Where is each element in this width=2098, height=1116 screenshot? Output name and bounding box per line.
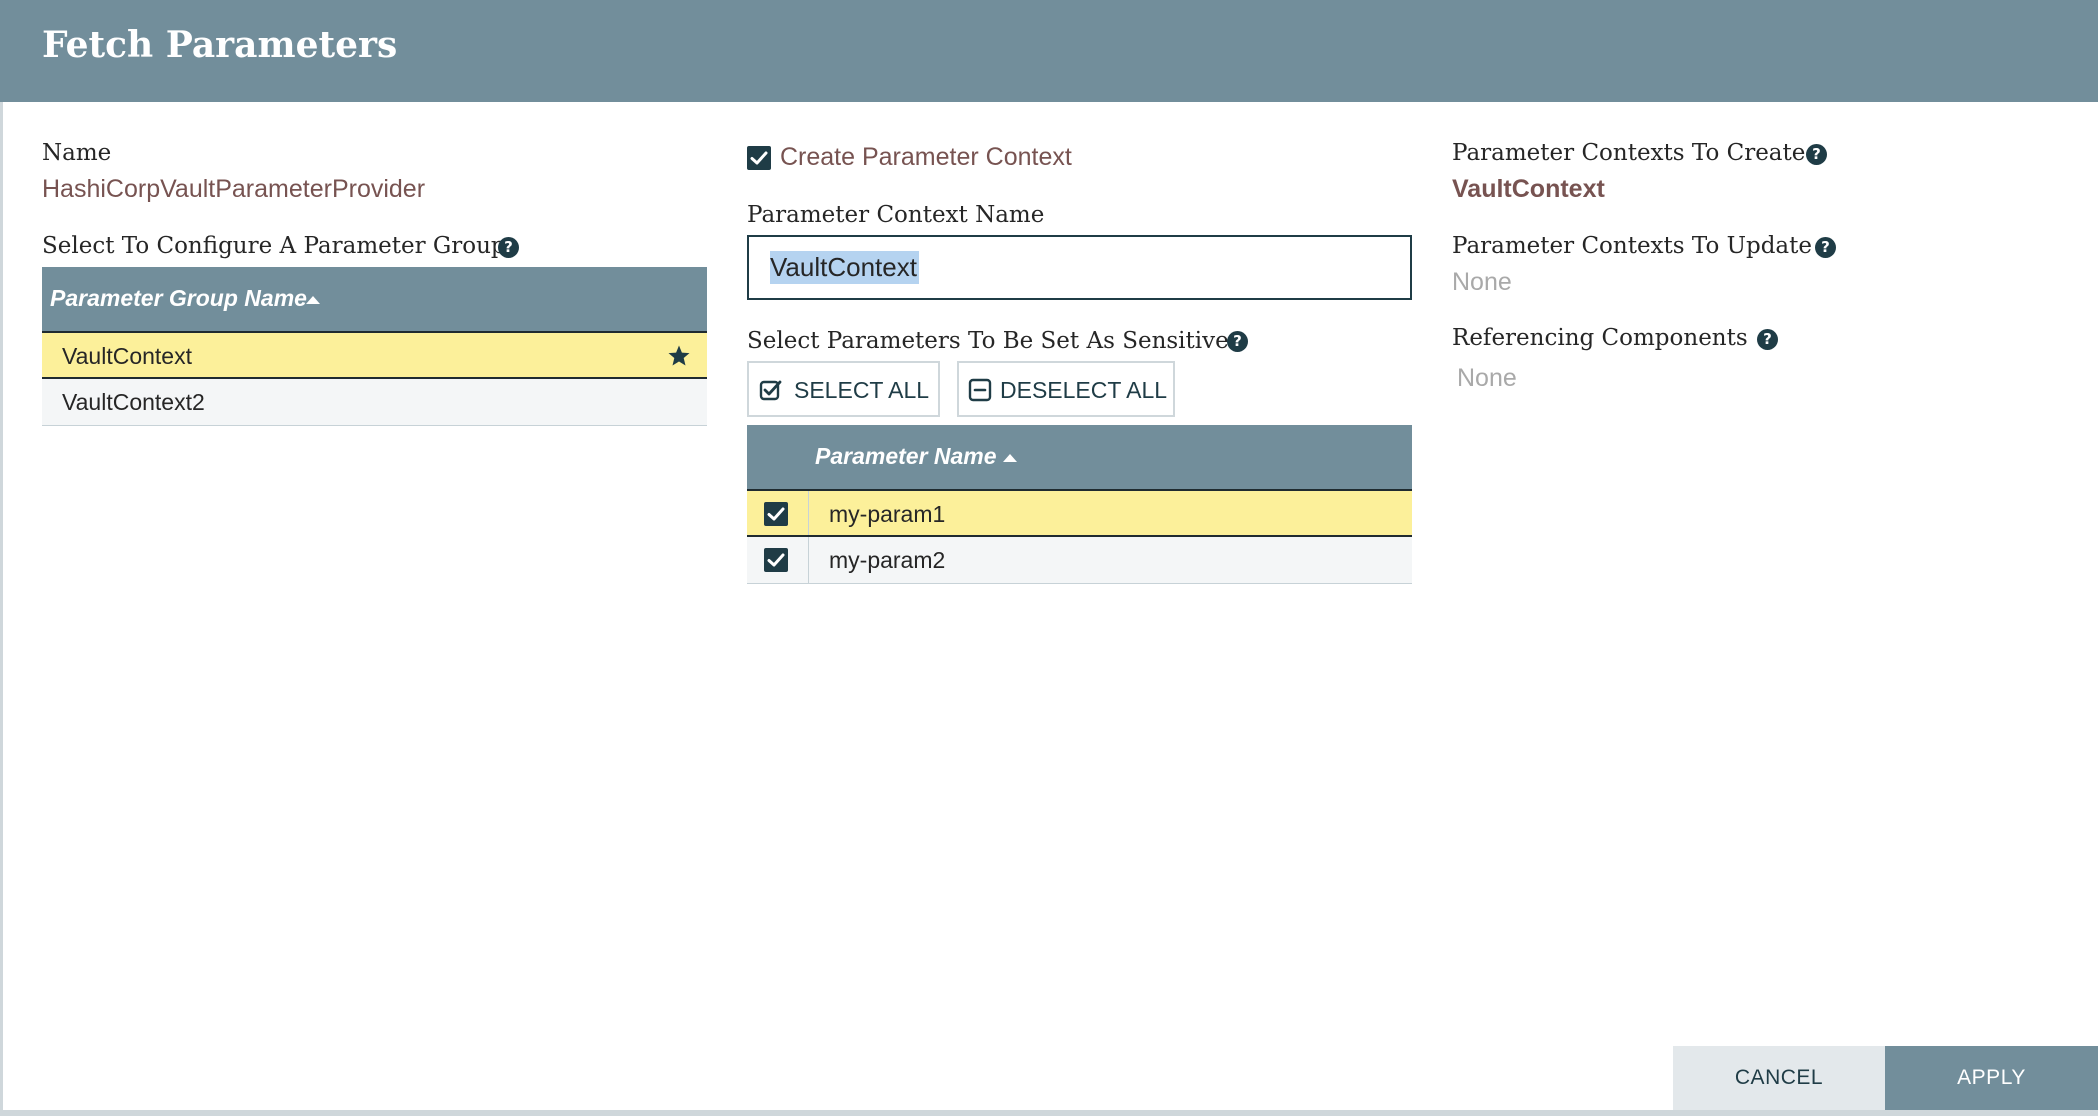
group-row-vaultcontext2[interactable]: VaultContext2 <box>42 379 707 426</box>
checkbox-checked-icon <box>759 380 782 401</box>
sort-ascending-icon <box>306 296 320 304</box>
sort-ascending-icon <box>1003 454 1017 462</box>
group-table-header[interactable]: Parameter Group Name <box>42 267 707 331</box>
sensitive-params-label: Select Parameters To Be Set As Sensitive <box>747 328 1229 354</box>
deselect-all-button[interactable]: DESELECT ALL <box>957 361 1175 417</box>
contexts-to-create-value: VaultContext <box>1452 175 1605 203</box>
contexts-to-update-label: Parameter Contexts To Update <box>1452 233 1812 259</box>
contexts-to-create-help-icon[interactable]: ? <box>1806 144 1827 165</box>
context-name-label: Parameter Context Name <box>747 202 1045 228</box>
dialog-bottom-border <box>0 1110 2098 1116</box>
dialog-title: Fetch Parameters <box>42 24 398 66</box>
select-all-label: SELECT ALL <box>794 377 930 403</box>
contexts-to-update-help-icon[interactable]: ? <box>1815 237 1836 258</box>
referencing-components-value: None <box>1457 364 1517 392</box>
create-context-label[interactable]: Create Parameter Context <box>780 143 1072 172</box>
cancel-button[interactable]: CANCEL <box>1673 1046 1885 1110</box>
select-all-button[interactable]: SELECT ALL <box>747 361 940 417</box>
dialog-header: Fetch Parameters <box>0 0 2098 102</box>
param-row-label: my-param1 <box>829 501 946 527</box>
parameter-group-help-icon[interactable]: ? <box>498 237 519 258</box>
deselect-all-label: DESELECT ALL <box>1000 377 1168 403</box>
context-name-input[interactable] <box>749 237 1410 298</box>
referencing-components-label: Referencing Components <box>1452 325 1748 351</box>
column-divider <box>808 491 809 535</box>
star-icon <box>668 345 690 366</box>
provider-name-label: Name <box>42 140 112 166</box>
provider-name-value: HashiCorpVaultParameterProvider <box>42 175 426 203</box>
param-sensitive-checkbox[interactable] <box>764 502 788 526</box>
cancel-button-label: CANCEL <box>1734 1066 1824 1089</box>
param-row-label: my-param2 <box>829 547 946 573</box>
contexts-to-create-label: Parameter Contexts To Create <box>1452 140 1806 166</box>
checkbox-minus-icon <box>968 378 992 402</box>
column-divider <box>808 537 809 583</box>
parameter-group-label: Select To Configure A Parameter Group <box>42 233 506 259</box>
dialog-left-border <box>0 102 3 1116</box>
apply-button[interactable]: APPLY <box>1885 1046 2098 1110</box>
group-table-header-label: Parameter Group Name <box>50 285 307 311</box>
create-context-checkbox[interactable] <box>747 146 771 170</box>
context-name-input-wrapper[interactable] <box>747 235 1412 300</box>
apply-button-label: APPLY <box>1957 1066 2026 1089</box>
sensitive-params-help-icon[interactable]: ? <box>1227 331 1248 352</box>
group-row-label: VaultContext <box>62 343 192 369</box>
param-sensitive-checkbox[interactable] <box>764 548 788 572</box>
group-row-vaultcontext[interactable]: VaultContext <box>42 331 707 379</box>
param-table-header-label: Parameter Name <box>815 443 997 469</box>
contexts-to-update-value: None <box>1452 268 1512 296</box>
group-row-label: VaultContext2 <box>62 389 205 415</box>
param-table-header[interactable]: Parameter Name <box>747 425 1412 489</box>
param-row-my-param1[interactable]: my-param1 <box>747 489 1412 537</box>
param-row-my-param2[interactable]: my-param2 <box>747 537 1412 584</box>
referencing-components-help-icon[interactable]: ? <box>1757 329 1778 350</box>
